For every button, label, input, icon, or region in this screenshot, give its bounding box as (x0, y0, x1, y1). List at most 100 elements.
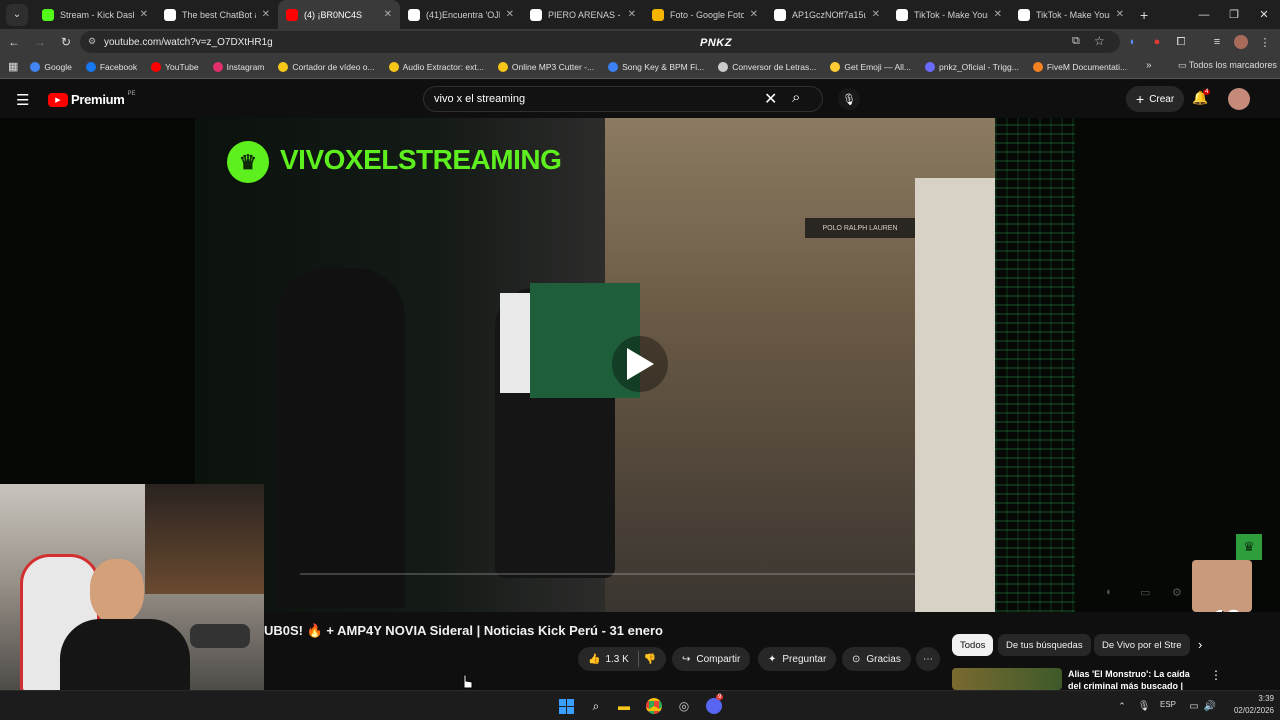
recommended-thumbnail[interactable] (952, 668, 1062, 690)
browser-tab[interactable]: PIERO ARENAS - Bus ✕ (522, 0, 644, 29)
browser-tab[interactable]: TikTok - Make Your D ✕ (888, 0, 1010, 29)
back-button[interactable]: ← (2, 30, 26, 54)
language-indicator[interactable]: ESP (1160, 700, 1176, 709)
close-tab-icon[interactable]: ✕ (750, 9, 758, 20)
profile-avatar[interactable] (1232, 33, 1250, 51)
search-input[interactable]: vivo x el streaming ✕ ⌕ (423, 86, 823, 112)
tray-chevron-icon[interactable]: ⌃ (1112, 696, 1132, 716)
streamer-face (90, 559, 144, 623)
create-button[interactable]: + Crear (1126, 86, 1185, 112)
folder-icon: ▭ (1178, 60, 1187, 70)
thumbs-down-icon[interactable]: 👎 (644, 654, 656, 665)
extension-icon[interactable]: ◐ (1124, 33, 1142, 51)
forward-button[interactable]: → (28, 30, 52, 54)
bookmark-item[interactable]: Song Key & BPM Fi... (608, 61, 704, 72)
site-info-icon[interactable]: ⚙ (88, 36, 96, 47)
bookmark-label: FiveM Documentati... (1046, 61, 1128, 72)
search-icon[interactable]: ⌕ (586, 696, 606, 716)
browser-tab[interactable]: Foto - Google Fotos ✕ (644, 0, 766, 29)
play-button[interactable] (612, 336, 668, 392)
close-tab-icon[interactable]: ✕ (140, 9, 148, 20)
bookmark-item[interactable]: Audio Extractor: ext... (388, 61, 484, 72)
browser-tab[interactable]: TikTok - Make Your D ✕ (1010, 0, 1132, 29)
browser-tab[interactable]: The best ChatBot and ✕ (156, 0, 278, 29)
chip-channel[interactable]: De Vivo por el Stre (1094, 634, 1190, 656)
bookmark-item[interactable]: Instagram (212, 61, 264, 72)
chevron-right-icon[interactable]: › (1198, 637, 1202, 652)
share-button[interactable]: ↪ Compartir (672, 647, 751, 671)
bookmark-item[interactable]: FiveM Documentati... (1032, 61, 1128, 72)
bookmark-item[interactable]: YouTube (151, 61, 199, 72)
tab-search-button[interactable]: ⌄ (6, 3, 28, 26)
chip-from-searches[interactable]: De tus búsquedas (998, 634, 1091, 656)
extensions-puzzle-icon[interactable]: ⧠ (1172, 33, 1190, 51)
volume-icon[interactable]: 🔊 (1200, 696, 1220, 716)
chrome-icon[interactable] (644, 696, 664, 716)
close-tab-icon[interactable]: ✕ (628, 9, 636, 20)
file-explorer-icon[interactable]: ▬ (614, 696, 634, 716)
settings-gear-icon[interactable]: ⚙ (1172, 586, 1182, 599)
browser-tab[interactable]: Stream - Kick Dashbo ✕ (34, 0, 156, 29)
bookmark-item[interactable]: Cortador de vídeo o... (278, 61, 375, 72)
bookmark-item[interactable]: Facebook (85, 61, 137, 72)
install-icon[interactable]: ⧉ (1072, 35, 1080, 48)
bookmark-item[interactable]: Conversor de Letras... (718, 61, 816, 72)
stream-badge-icon: ♛ (1236, 534, 1262, 560)
search-icon[interactable]: ⌕ (792, 89, 800, 106)
recommended-menu-icon[interactable]: ⋮ (1210, 668, 1222, 682)
window-view (145, 484, 264, 594)
recording-extension-icon[interactable]: ● (1148, 33, 1166, 51)
bookmark-label: Online MP3 Cutter -... (511, 61, 595, 72)
browser-tab[interactable]: (41)Encuentra 'OJERA ✕ (400, 0, 522, 29)
apps-grid-icon[interactable]: ▦ (8, 60, 18, 73)
obs-icon[interactable]: ◎ (674, 696, 694, 716)
bookmark-item[interactable]: Google (30, 61, 72, 72)
close-tab-icon[interactable]: ✕ (872, 9, 880, 20)
youtube-logo[interactable]: ▶ Premium PE (48, 91, 136, 107)
more-actions-button[interactable]: ⋯ (916, 647, 940, 671)
close-tab-icon[interactable]: ✕ (506, 9, 514, 20)
bookmark-star-icon[interactable]: ☆ (1094, 34, 1105, 48)
ask-label: Preguntar (782, 653, 827, 665)
more-bookmarks-icon[interactable]: » (1146, 60, 1152, 71)
account-avatar[interactable] (1228, 88, 1250, 110)
microphone-tray-icon[interactable]: 🎙 (1134, 696, 1154, 716)
close-tab-icon[interactable]: ✕ (384, 9, 392, 20)
video-frame[interactable]: POLO RALPH LAUREN (195, 118, 995, 612)
new-tab-button[interactable]: + (1132, 7, 1156, 23)
subtitles-icon[interactable]: ▭ (1140, 586, 1150, 599)
address-bar[interactable]: ⚙ youtube.com/watch?v=z_O7DXtHR1g PNKZ ⧉… (80, 31, 1120, 53)
voice-search-icon[interactable]: 🎙 (838, 88, 860, 110)
mouse-cursor (460, 674, 474, 690)
bookmark-item[interactable]: pnkz_Oficial - Trigg... (924, 61, 1019, 72)
video-title: UB0S! 🔥 + AMP4Y NOVIA Sideral | Noticias… (264, 623, 664, 638)
close-tab-icon[interactable]: ✕ (994, 9, 1002, 20)
bookmark-favicon-icon (212, 61, 223, 72)
maximize-button[interactable]: ❐ (1218, 0, 1250, 29)
close-window-button[interactable]: ✕ (1248, 0, 1280, 29)
browser-menu-icon[interactable]: ⋮ (1256, 33, 1274, 51)
browser-tab[interactable]: (4) ¡BR0NC4S ✕ (278, 0, 400, 29)
hamburger-menu-icon[interactable]: ☰ (16, 91, 29, 109)
clock[interactable]: 3:39 02/02/2026 (1222, 693, 1274, 717)
all-bookmarks-folder[interactable]: ▭ Todos los marcadores (1178, 60, 1277, 71)
browser-tab[interactable]: AP1GczNOff7a15uW ✕ (766, 0, 888, 29)
reload-button[interactable]: ↻ (54, 30, 78, 54)
close-tab-icon[interactable]: ✕ (1116, 9, 1124, 20)
recommended-title[interactable]: Alias 'El Monstruo': La caída del crimin… (1068, 668, 1204, 690)
minimize-button[interactable]: — (1188, 0, 1220, 29)
ask-button[interactable]: ✦ Preguntar (758, 647, 837, 671)
video-progress-bar[interactable] (300, 573, 915, 575)
bookmark-item[interactable]: Online MP3 Cutter -... (497, 61, 595, 72)
autoplay-toggle-icon[interactable]: ◐ (1106, 586, 1113, 598)
tab-title: (41)Encuentra 'OJERA (426, 9, 500, 20)
thanks-button[interactable]: ⊙ Gracias (842, 647, 911, 671)
windows-start-icon[interactable] (556, 696, 576, 716)
like-button[interactable]: 👍 1.3 K 👎 (578, 647, 667, 671)
chip-all[interactable]: Todos (952, 634, 994, 656)
media-control-icon[interactable]: ≡ (1208, 33, 1226, 51)
bookmark-item[interactable]: Get Emoji — All... (830, 61, 911, 72)
tab-title: The best ChatBot and (182, 9, 256, 20)
close-tab-icon[interactable]: ✕ (262, 9, 270, 20)
clear-search-icon[interactable]: ✕ (764, 89, 777, 109)
